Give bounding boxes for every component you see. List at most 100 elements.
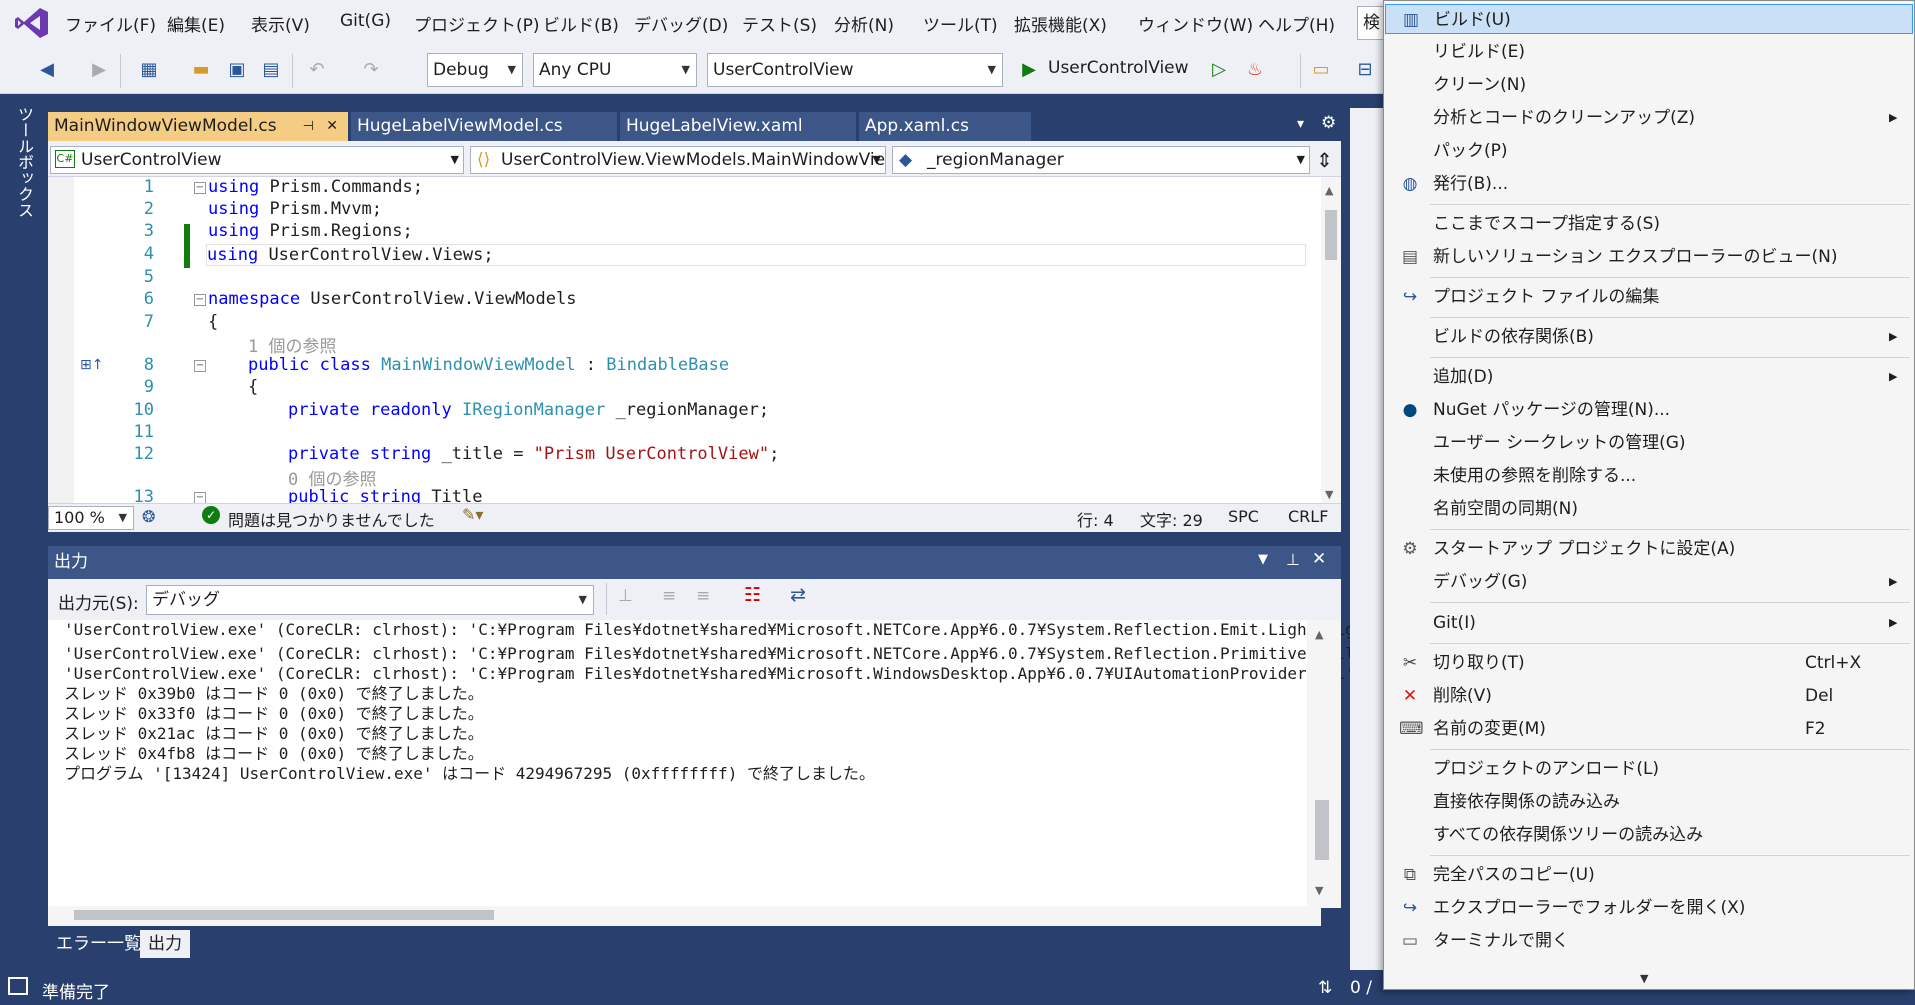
menu-file[interactable]: ファイル(F) — [65, 11, 156, 36]
menu-item-nuget[interactable]: ● NuGet パッケージの管理(N)... — [1385, 395, 1913, 425]
fold-toggle-icon[interactable]: − — [194, 360, 206, 372]
pin-icon[interactable]: ⊥ — [1286, 550, 1300, 569]
start-debug-button[interactable]: UserControlView — [1048, 58, 1189, 78]
menu-item-analyze[interactable]: 分析とコードのクリーンアップ(Z) ▶ — [1385, 103, 1913, 133]
menu-item-copy-path[interactable]: ⧉ 完全パスのコピー(U) — [1385, 860, 1913, 890]
output-source-dropdown[interactable]: デバッグ ▼ — [146, 585, 594, 615]
pin-icon[interactable]: ⊣ — [303, 112, 314, 141]
clear-all-icon[interactable]: ☷ — [744, 584, 761, 606]
line-indicator[interactable]: 行: 4 — [1077, 507, 1114, 531]
tab-list-dropdown-icon[interactable]: ▾ — [1297, 116, 1304, 132]
menu-item-cut[interactable]: ✂ 切り取り(T) Ctrl+X — [1385, 648, 1913, 678]
prev-message-icon[interactable]: ≡ — [662, 586, 676, 606]
play-icon[interactable]: ▶ — [1016, 58, 1042, 82]
menu-build[interactable]: ビルド(B) — [543, 11, 619, 36]
line-ending-indicator[interactable]: CRLF — [1288, 507, 1328, 526]
layout-icon[interactable]: ⊟ — [1352, 58, 1378, 82]
code-cleanup-icon[interactable]: ✎▾ — [462, 505, 483, 524]
back-icon[interactable]: ◀ — [34, 58, 60, 82]
menu-item-sync-namespaces[interactable]: 名前空間の同期(N) — [1385, 494, 1913, 524]
tab-error-list[interactable]: エラー一覧 — [48, 930, 149, 958]
hot-reload-icon[interactable]: ♨ — [1242, 58, 1268, 82]
fold-toggle-icon[interactable]: − — [194, 182, 206, 194]
whitespace-indicator[interactable]: SPC — [1228, 507, 1259, 526]
member-nav-dropdown[interactable]: ◆ _regionManager ▼ — [892, 146, 1310, 174]
menu-scroll-down-icon[interactable]: ▼ — [1640, 972, 1648, 985]
menu-item-clean[interactable]: クリーン(N) — [1385, 70, 1913, 100]
start-without-debug-icon[interactable]: ▷ — [1206, 58, 1232, 82]
menu-item-set-startup[interactable]: ⚙ スタートアップ プロジェクトに設定(A) — [1385, 534, 1913, 564]
tab-main-window-view-model[interactable]: MainWindowViewModel.cs ⊣ ✕ — [48, 112, 348, 141]
tab-huge-label-view[interactable]: HugeLabelView.xaml — [620, 112, 856, 141]
column-indicator[interactable]: 文字: 29 — [1140, 507, 1203, 531]
menu-help[interactable]: ヘルプ(H) — [1258, 11, 1335, 36]
zoom-dropdown[interactable]: 100 % ▼ — [48, 506, 134, 530]
gear-icon[interactable]: ⚙ — [1321, 113, 1336, 133]
scroll-down-icon[interactable]: ▼ — [1325, 488, 1333, 501]
copilot-icon[interactable]: ❂ — [142, 507, 155, 526]
project-nav-dropdown[interactable]: C# UserControlView ▼ — [50, 146, 464, 174]
menu-item-remove-refs[interactable]: 未使用の参照を削除する... — [1385, 461, 1913, 491]
menu-window[interactable]: ウィンドウ(W) — [1138, 11, 1253, 36]
save-all-icon[interactable]: ▤ — [258, 58, 284, 82]
menu-item-scope[interactable]: ここまでスコープ指定する(S) — [1385, 209, 1913, 239]
toolbox-tab[interactable]: ツールボックス — [10, 106, 36, 218]
menu-item-rebuild[interactable]: リビルド(E) — [1385, 37, 1913, 67]
menu-git[interactable]: Git(G) — [340, 11, 391, 31]
solution-explorer-icon[interactable]: ▭ — [1308, 58, 1334, 82]
type-nav-dropdown[interactable]: ⟨⟩ UserControlView.ViewModels.MainWindowV… — [470, 146, 886, 174]
split-editor-icon[interactable]: ⇕ — [1316, 148, 1333, 172]
redo-icon[interactable]: ↷ — [358, 58, 384, 82]
sort-icon[interactable]: ⇅ — [1318, 978, 1332, 998]
forward-icon[interactable]: ▶ — [86, 58, 112, 82]
undo-icon[interactable]: ↶ — [304, 58, 330, 82]
open-folder-icon[interactable]: ▬ — [188, 58, 214, 82]
window-menu-icon[interactable]: ▼ — [1258, 552, 1268, 567]
find-message-icon[interactable]: ⊥ — [618, 586, 633, 606]
menu-item-edit-project[interactable]: ↪ プロジェクト ファイルの編集 — [1385, 282, 1913, 312]
next-message-icon[interactable]: ≡ — [696, 586, 710, 606]
reference-count-link[interactable]: 1 個の参照 — [248, 332, 336, 357]
config-dropdown[interactable]: Debug ▼ — [427, 53, 523, 87]
menu-item-delete[interactable]: ✕ 削除(V) Del — [1385, 681, 1913, 711]
issues-status[interactable]: 問題は見つかりませんでした — [228, 507, 435, 531]
output-vertical-scrollbar[interactable] — [1307, 620, 1341, 908]
menu-item-pack[interactable]: パック(P) — [1385, 136, 1913, 166]
menu-view[interactable]: 表示(V) — [251, 11, 310, 36]
close-icon[interactable]: ✕ — [1312, 549, 1326, 569]
tab-app-xaml-cs[interactable]: App.xaml.cs — [859, 112, 1031, 141]
tab-huge-label-view-model[interactable]: HugeLabelViewModel.cs — [351, 112, 617, 141]
menu-debug[interactable]: デバッグ(D) — [634, 11, 728, 36]
status-counter[interactable]: 0 / — [1350, 978, 1372, 998]
scroll-thumb[interactable] — [1325, 210, 1337, 260]
scroll-down-icon[interactable]: ▼ — [1315, 884, 1323, 897]
menu-item-open-terminal[interactable]: ▭ ターミナルで開く — [1385, 926, 1913, 956]
menu-item-build[interactable]: ▥ ビルド(U) — [1385, 4, 1913, 34]
menu-analyze[interactable]: 分析(N) — [834, 11, 894, 36]
save-icon[interactable]: ▣ — [224, 58, 250, 82]
menu-item-rename[interactable]: ⌨ 名前の変更(M) F2 — [1385, 714, 1913, 744]
menu-item-unload-project[interactable]: プロジェクトのアンロード(L) — [1385, 754, 1913, 784]
startup-item-dropdown[interactable]: UserControlView ▼ — [707, 53, 1003, 87]
menu-item-new-view[interactable]: ▤ 新しいソリューション エクスプローラーのビュー(N) — [1385, 242, 1913, 272]
menu-extensions[interactable]: 拡張機能(X) — [1014, 11, 1107, 36]
scroll-up-icon[interactable]: ▲ — [1325, 184, 1333, 197]
scroll-up-icon[interactable]: ▲ — [1315, 628, 1323, 641]
tab-output[interactable]: 出力 — [140, 930, 190, 958]
menu-item-open-in-explorer[interactable]: ↪ エクスプローラーでフォルダーを開く(X) — [1385, 893, 1913, 923]
menu-edit[interactable]: 編集(E) — [167, 11, 225, 36]
fold-toggle-icon[interactable]: − — [194, 294, 206, 306]
scroll-thumb[interactable] — [74, 910, 494, 920]
menu-item-add[interactable]: 追加(D) ▶ — [1385, 362, 1913, 392]
menu-item-secrets[interactable]: ユーザー シークレットの管理(G) — [1385, 428, 1913, 458]
menu-item-load-all-deps[interactable]: すべての依存関係ツリーの読み込み — [1385, 820, 1913, 850]
close-icon[interactable]: ✕ — [326, 112, 338, 141]
menu-item-build-deps[interactable]: ビルドの依存関係(B) ▶ — [1385, 322, 1913, 352]
menu-item-debug[interactable]: デバッグ(G) ▶ — [1385, 567, 1913, 597]
notification-icon[interactable] — [8, 977, 28, 995]
menu-item-publish[interactable]: ◍ 発行(B)... — [1385, 169, 1913, 199]
scroll-thumb[interactable] — [1315, 800, 1329, 860]
platform-dropdown[interactable]: Any CPU ▼ — [533, 53, 697, 87]
menu-item-load-direct-deps[interactable]: 直接依存関係の読み込み — [1385, 787, 1913, 817]
menu-item-git[interactable]: Git(I) ▶ — [1385, 608, 1913, 638]
